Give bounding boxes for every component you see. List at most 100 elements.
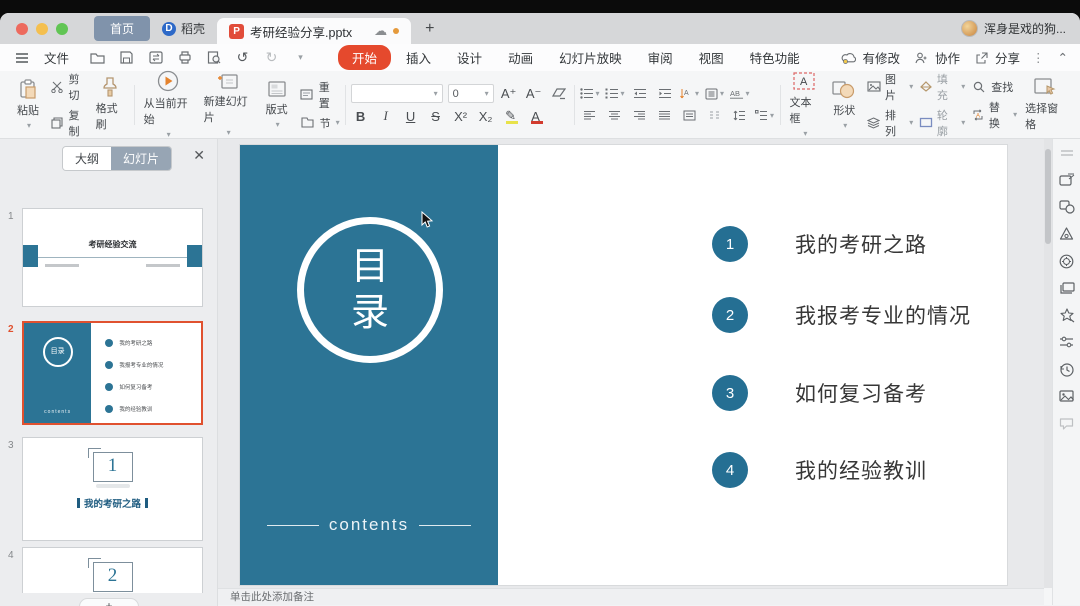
- font-name-select[interactable]: [351, 84, 443, 103]
- increase-indent-button[interactable]: [655, 85, 675, 103]
- comments-icon[interactable]: [1059, 415, 1075, 431]
- format-painter-button[interactable]: 格式刷: [92, 75, 129, 134]
- decrease-indent-button[interactable]: [630, 85, 650, 103]
- close-panel-icon[interactable]: ✕: [193, 147, 205, 164]
- line-spacing-button[interactable]: [730, 107, 750, 125]
- outline-button[interactable]: 轮廓: [917, 107, 965, 139]
- text-box-button[interactable]: A 文本框: [785, 69, 823, 140]
- picture-button[interactable]: 图片: [865, 71, 913, 103]
- fill-button[interactable]: 填充: [917, 71, 965, 103]
- columns-button[interactable]: [705, 107, 725, 125]
- align-center-button[interactable]: [605, 107, 625, 125]
- subscript-button[interactable]: X₂: [476, 107, 496, 125]
- toc-item-2[interactable]: 2 我报考专业的情况: [712, 297, 971, 333]
- slide-thumbnail-4[interactable]: 2 我报考专业的情况: [22, 547, 203, 593]
- new-tab-button[interactable]: +: [425, 20, 434, 38]
- selection-pane-button[interactable]: 选择窗格: [1021, 75, 1069, 134]
- align-text-button[interactable]: [705, 85, 725, 103]
- find-button[interactable]: 查找: [969, 79, 1017, 95]
- scrollbar-thumb[interactable]: [1045, 149, 1051, 244]
- menu-tab-review[interactable]: 审阅: [639, 45, 682, 70]
- superscript-button[interactable]: X²: [451, 107, 471, 125]
- contents-caption[interactable]: contents: [240, 515, 498, 535]
- slide-canvas[interactable]: 目 录 contents 1 我的考研之路: [218, 139, 1044, 588]
- image-library-icon[interactable]: [1059, 388, 1075, 404]
- tab-docer[interactable]: D 稻壳: [150, 16, 217, 41]
- tab-home[interactable]: 首页: [94, 16, 150, 41]
- notes-bar[interactable]: 单击此处添加备注: [218, 588, 1044, 605]
- quick-access-dropdown-icon[interactable]: ▾: [291, 50, 310, 66]
- play-from-current-button[interactable]: 从当前开始: [140, 68, 196, 141]
- menu-tab-special-features[interactable]: 特色功能: [741, 45, 809, 70]
- new-slide-button[interactable]: 新建幻灯片: [200, 70, 256, 139]
- close-window-button[interactable]: [16, 23, 28, 35]
- menu-tab-slideshow[interactable]: 幻灯片放映: [550, 45, 631, 70]
- slide-thumbnail-2-selected[interactable]: 目录 contents 我的考研之路 我报考专业的情况 如何复习备考 我的经验教…: [22, 321, 203, 425]
- hamburger-menu-icon[interactable]: [12, 50, 31, 66]
- panel-handle-icon[interactable]: [1059, 145, 1075, 161]
- menu-tab-start[interactable]: 开始: [338, 45, 391, 70]
- shapes-panel-icon[interactable]: [1059, 199, 1075, 215]
- menu-tab-insert[interactable]: 插入: [397, 45, 440, 70]
- zoom-window-button[interactable]: [56, 23, 68, 35]
- layout-button[interactable]: 版式: [260, 78, 294, 131]
- slide-thumbnail-1[interactable]: 考研经验交流: [22, 208, 203, 307]
- distribute-text-button[interactable]: [680, 107, 700, 125]
- object-properties-icon[interactable]: [1059, 172, 1075, 188]
- copy-button[interactable]: 复制: [49, 107, 88, 139]
- redo-icon[interactable]: ↻: [262, 50, 281, 66]
- reset-button[interactable]: 重置: [298, 79, 340, 111]
- justify-button[interactable]: [655, 107, 675, 125]
- toc-item-4[interactable]: 4 我的经验教训: [712, 452, 927, 488]
- shapes-button[interactable]: 形状: [827, 77, 861, 132]
- modified-status[interactable]: 有修改: [839, 48, 900, 67]
- menu-file[interactable]: 文件: [35, 45, 78, 70]
- slide-library-icon[interactable]: [1059, 280, 1075, 296]
- bullet-list-button[interactable]: [580, 85, 600, 103]
- font-color-button[interactable]: A: [526, 107, 546, 125]
- menu-tab-animation[interactable]: 动画: [499, 45, 542, 70]
- export-icon[interactable]: [146, 50, 165, 66]
- bold-button[interactable]: B: [351, 107, 371, 125]
- clear-format-button[interactable]: [549, 85, 569, 103]
- slide-thumbnail-3[interactable]: 1 我的考研之路: [22, 437, 203, 541]
- increase-font-button[interactable]: A⁺: [499, 85, 519, 103]
- collapse-ribbon-icon[interactable]: ⌃: [1058, 50, 1068, 65]
- settings-sliders-icon[interactable]: [1059, 334, 1075, 350]
- tab-outline[interactable]: 大纲: [63, 147, 111, 170]
- font-size-select[interactable]: 0: [448, 84, 494, 103]
- tab-document[interactable]: P 考研经验分享.pptx ☁: [217, 18, 411, 44]
- minimize-window-button[interactable]: [36, 23, 48, 35]
- print-preview-icon[interactable]: [204, 50, 223, 66]
- italic-button[interactable]: I: [376, 107, 396, 125]
- seal-icon[interactable]: [1059, 253, 1075, 269]
- section-button[interactable]: 节: [298, 115, 340, 131]
- align-left-button[interactable]: [580, 107, 600, 125]
- print-icon[interactable]: [175, 50, 194, 66]
- open-file-icon[interactable]: [88, 50, 107, 66]
- toc-item-1[interactable]: 1 我的考研之路: [712, 226, 927, 262]
- menu-tab-design[interactable]: 设计: [448, 45, 491, 70]
- decrease-font-button[interactable]: A⁻: [524, 85, 544, 103]
- more-options-icon[interactable]: ⋮: [1032, 50, 1046, 65]
- menu-tab-view[interactable]: 视图: [690, 45, 733, 70]
- toc-item-3[interactable]: 3 如何复习备考: [712, 375, 927, 411]
- align-right-button[interactable]: [630, 107, 650, 125]
- add-slide-button[interactable]: +: [79, 598, 139, 606]
- save-icon[interactable]: [117, 50, 136, 66]
- user-account[interactable]: 浑身是戏的狗...: [961, 20, 1066, 37]
- slide-blue-panel[interactable]: 目 录 contents: [240, 145, 498, 585]
- text-wrap-button[interactable]: AB: [730, 85, 750, 103]
- design-assistant-icon[interactable]: [1059, 226, 1075, 242]
- underline-button[interactable]: U: [401, 107, 421, 125]
- highlight-color-button[interactable]: ✎: [501, 107, 521, 125]
- cut-button[interactable]: 剪切: [49, 71, 88, 103]
- paragraph-spacing-button[interactable]: [755, 107, 775, 125]
- replace-button[interactable]: A 替换: [969, 99, 1017, 131]
- effects-icon[interactable]: [1059, 307, 1075, 323]
- current-slide[interactable]: 目 录 contents 1 我的考研之路: [240, 145, 1007, 585]
- arrange-button[interactable]: 排列: [865, 107, 913, 139]
- paste-button[interactable]: 粘贴: [11, 77, 45, 132]
- undo-icon[interactable]: ↺: [233, 50, 252, 66]
- canvas-scrollbar[interactable]: [1044, 139, 1052, 588]
